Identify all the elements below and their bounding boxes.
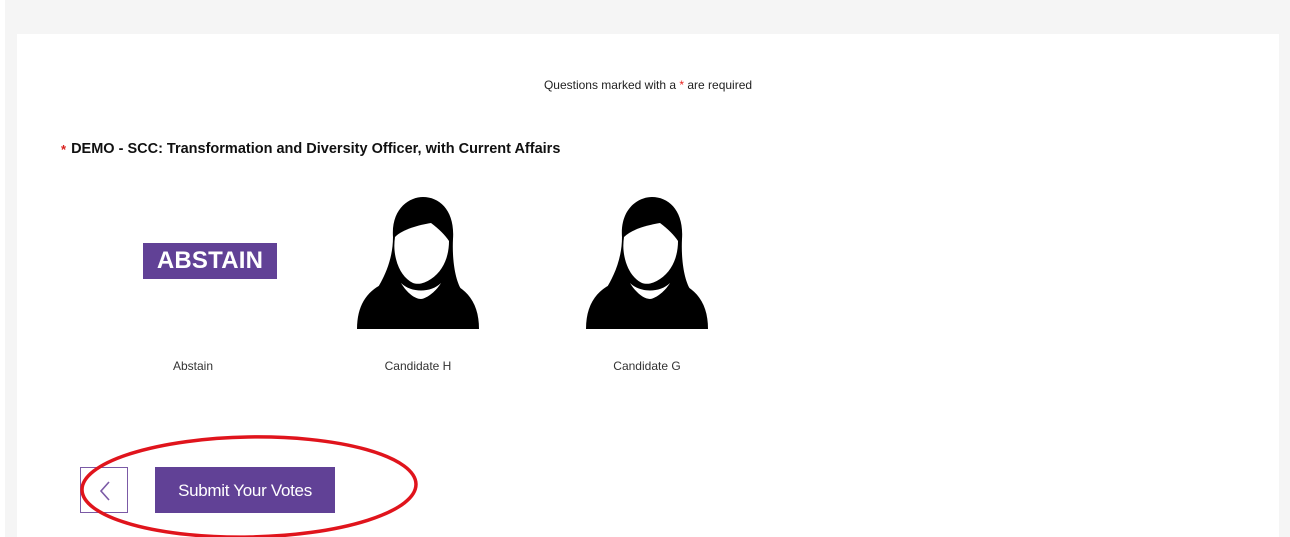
voting-page: Questions marked with a * are required *… [0, 0, 1290, 537]
submit-votes-button[interactable]: Submit Your Votes [155, 467, 335, 513]
candidate-name: Candidate H [384, 359, 452, 373]
chevron-left-icon [99, 481, 110, 501]
required-note-prefix: Questions marked with a [543, 78, 680, 92]
female-avatar-icon [343, 189, 493, 339]
abstain-badge: ABSTAIN [143, 243, 277, 279]
required-note-suffix: are required [684, 78, 753, 92]
candidate-option-h[interactable]: Candidate H [343, 189, 493, 379]
female-avatar-icon [572, 189, 722, 339]
question-title: * DEMO - SCC: Transformation and Diversit… [61, 141, 560, 157]
candidate-name: Candidate G [613, 359, 681, 373]
question-title-text: DEMO - SCC: Transformation and Diversity… [71, 141, 561, 157]
candidate-option-abstain[interactable]: ABSTAIN Abstain [118, 189, 277, 379]
left-edge [0, 0, 5, 537]
question-required-star: * [61, 142, 67, 157]
abstain-image: ABSTAIN [118, 189, 277, 339]
required-note: Questions marked with a * are required [17, 78, 1279, 92]
back-button[interactable] [80, 467, 128, 513]
ballot-panel: Questions marked with a * are required *… [17, 34, 1279, 537]
candidate-option-g[interactable]: Candidate G [572, 189, 722, 379]
candidate-name: Abstain [172, 359, 214, 373]
